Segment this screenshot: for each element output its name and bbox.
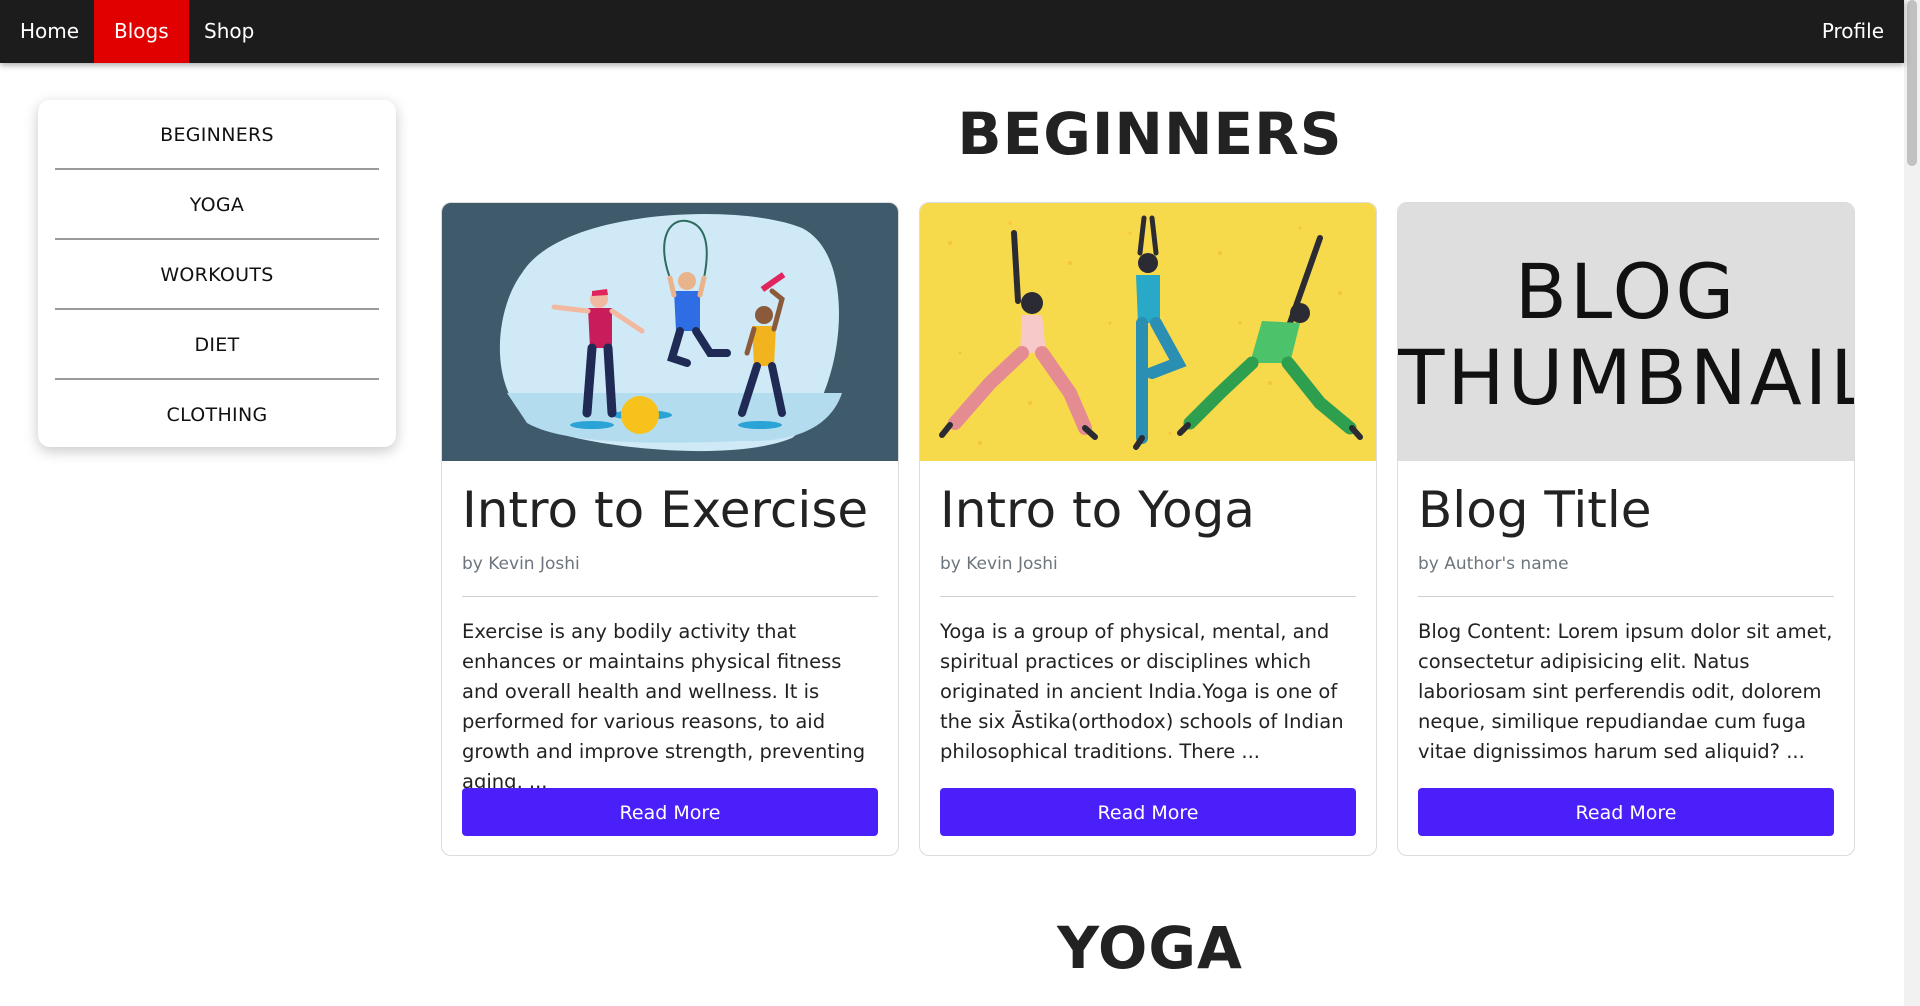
- card-divider: [1418, 596, 1834, 597]
- yoga-illustration-image: [920, 203, 1376, 461]
- blog-thumbnail-placeholder: BLOG THUMBNAIL: [1398, 203, 1854, 461]
- read-more-button[interactable]: Read More: [1418, 788, 1834, 836]
- exercise-illustration: [442, 203, 898, 461]
- card-title: Intro to Yoga: [940, 481, 1255, 539]
- blog-card: Intro to Yoga by Kevin Joshi Yoga is a g…: [919, 202, 1377, 856]
- card-excerpt: Blog Content: Lorem ipsum dolor sit amet…: [1418, 620, 1833, 763]
- card-title: Blog Title: [1418, 481, 1652, 539]
- section-heading-yoga: YOGA: [1057, 914, 1243, 982]
- sidebar-item-beginners[interactable]: BEGINNERS: [55, 100, 379, 170]
- scrollbar-thumb[interactable]: [1907, 0, 1917, 166]
- sidebar-item-workouts[interactable]: WORKOUTS: [55, 240, 379, 310]
- nav-home-link[interactable]: Home: [0, 0, 99, 63]
- thumbnail-text-line: BLOG: [1514, 247, 1738, 336]
- read-more-button[interactable]: Read More: [462, 788, 878, 836]
- read-more-button[interactable]: Read More: [940, 788, 1356, 836]
- card-divider: [940, 596, 1356, 597]
- page-scrollbar[interactable]: [1904, 0, 1920, 1006]
- blog-card: Intro to Exercise by Kevin Joshi Exercis…: [441, 202, 899, 856]
- blog-card: BLOG THUMBNAIL Blog Title by Author's na…: [1397, 202, 1855, 856]
- yoga-illustration: [920, 203, 1376, 461]
- exercise-illustration-image: [442, 203, 898, 461]
- card-author: by Author's name: [1418, 554, 1569, 574]
- sidebar-item-clothing[interactable]: CLOTHING: [55, 380, 379, 450]
- section-heading-beginners: BEGINNERS: [957, 100, 1343, 168]
- sidebar-item-yoga[interactable]: YOGA: [55, 170, 379, 240]
- card-excerpt: Yoga is a group of physical, mental, and…: [940, 620, 1344, 763]
- card-author: by Kevin Joshi: [940, 554, 1058, 574]
- top-navbar: Home Blogs Shop Profile: [0, 0, 1904, 63]
- category-sidebar: BEGINNERS YOGA WORKOUTS DIET CLOTHING: [38, 100, 396, 447]
- card-author: by Kevin Joshi: [462, 554, 580, 574]
- card-divider: [462, 596, 878, 597]
- card-title: Intro to Exercise: [462, 481, 869, 539]
- card-excerpt: Exercise is any bodily activity that enh…: [462, 620, 866, 793]
- nav-blogs-link[interactable]: Blogs: [94, 0, 189, 63]
- thumbnail-text-line: THUMBNAIL: [1398, 333, 1854, 422]
- sidebar-item-diet[interactable]: DIET: [55, 310, 379, 380]
- nav-shop-link[interactable]: Shop: [184, 0, 274, 63]
- nav-profile-link[interactable]: Profile: [1802, 0, 1904, 63]
